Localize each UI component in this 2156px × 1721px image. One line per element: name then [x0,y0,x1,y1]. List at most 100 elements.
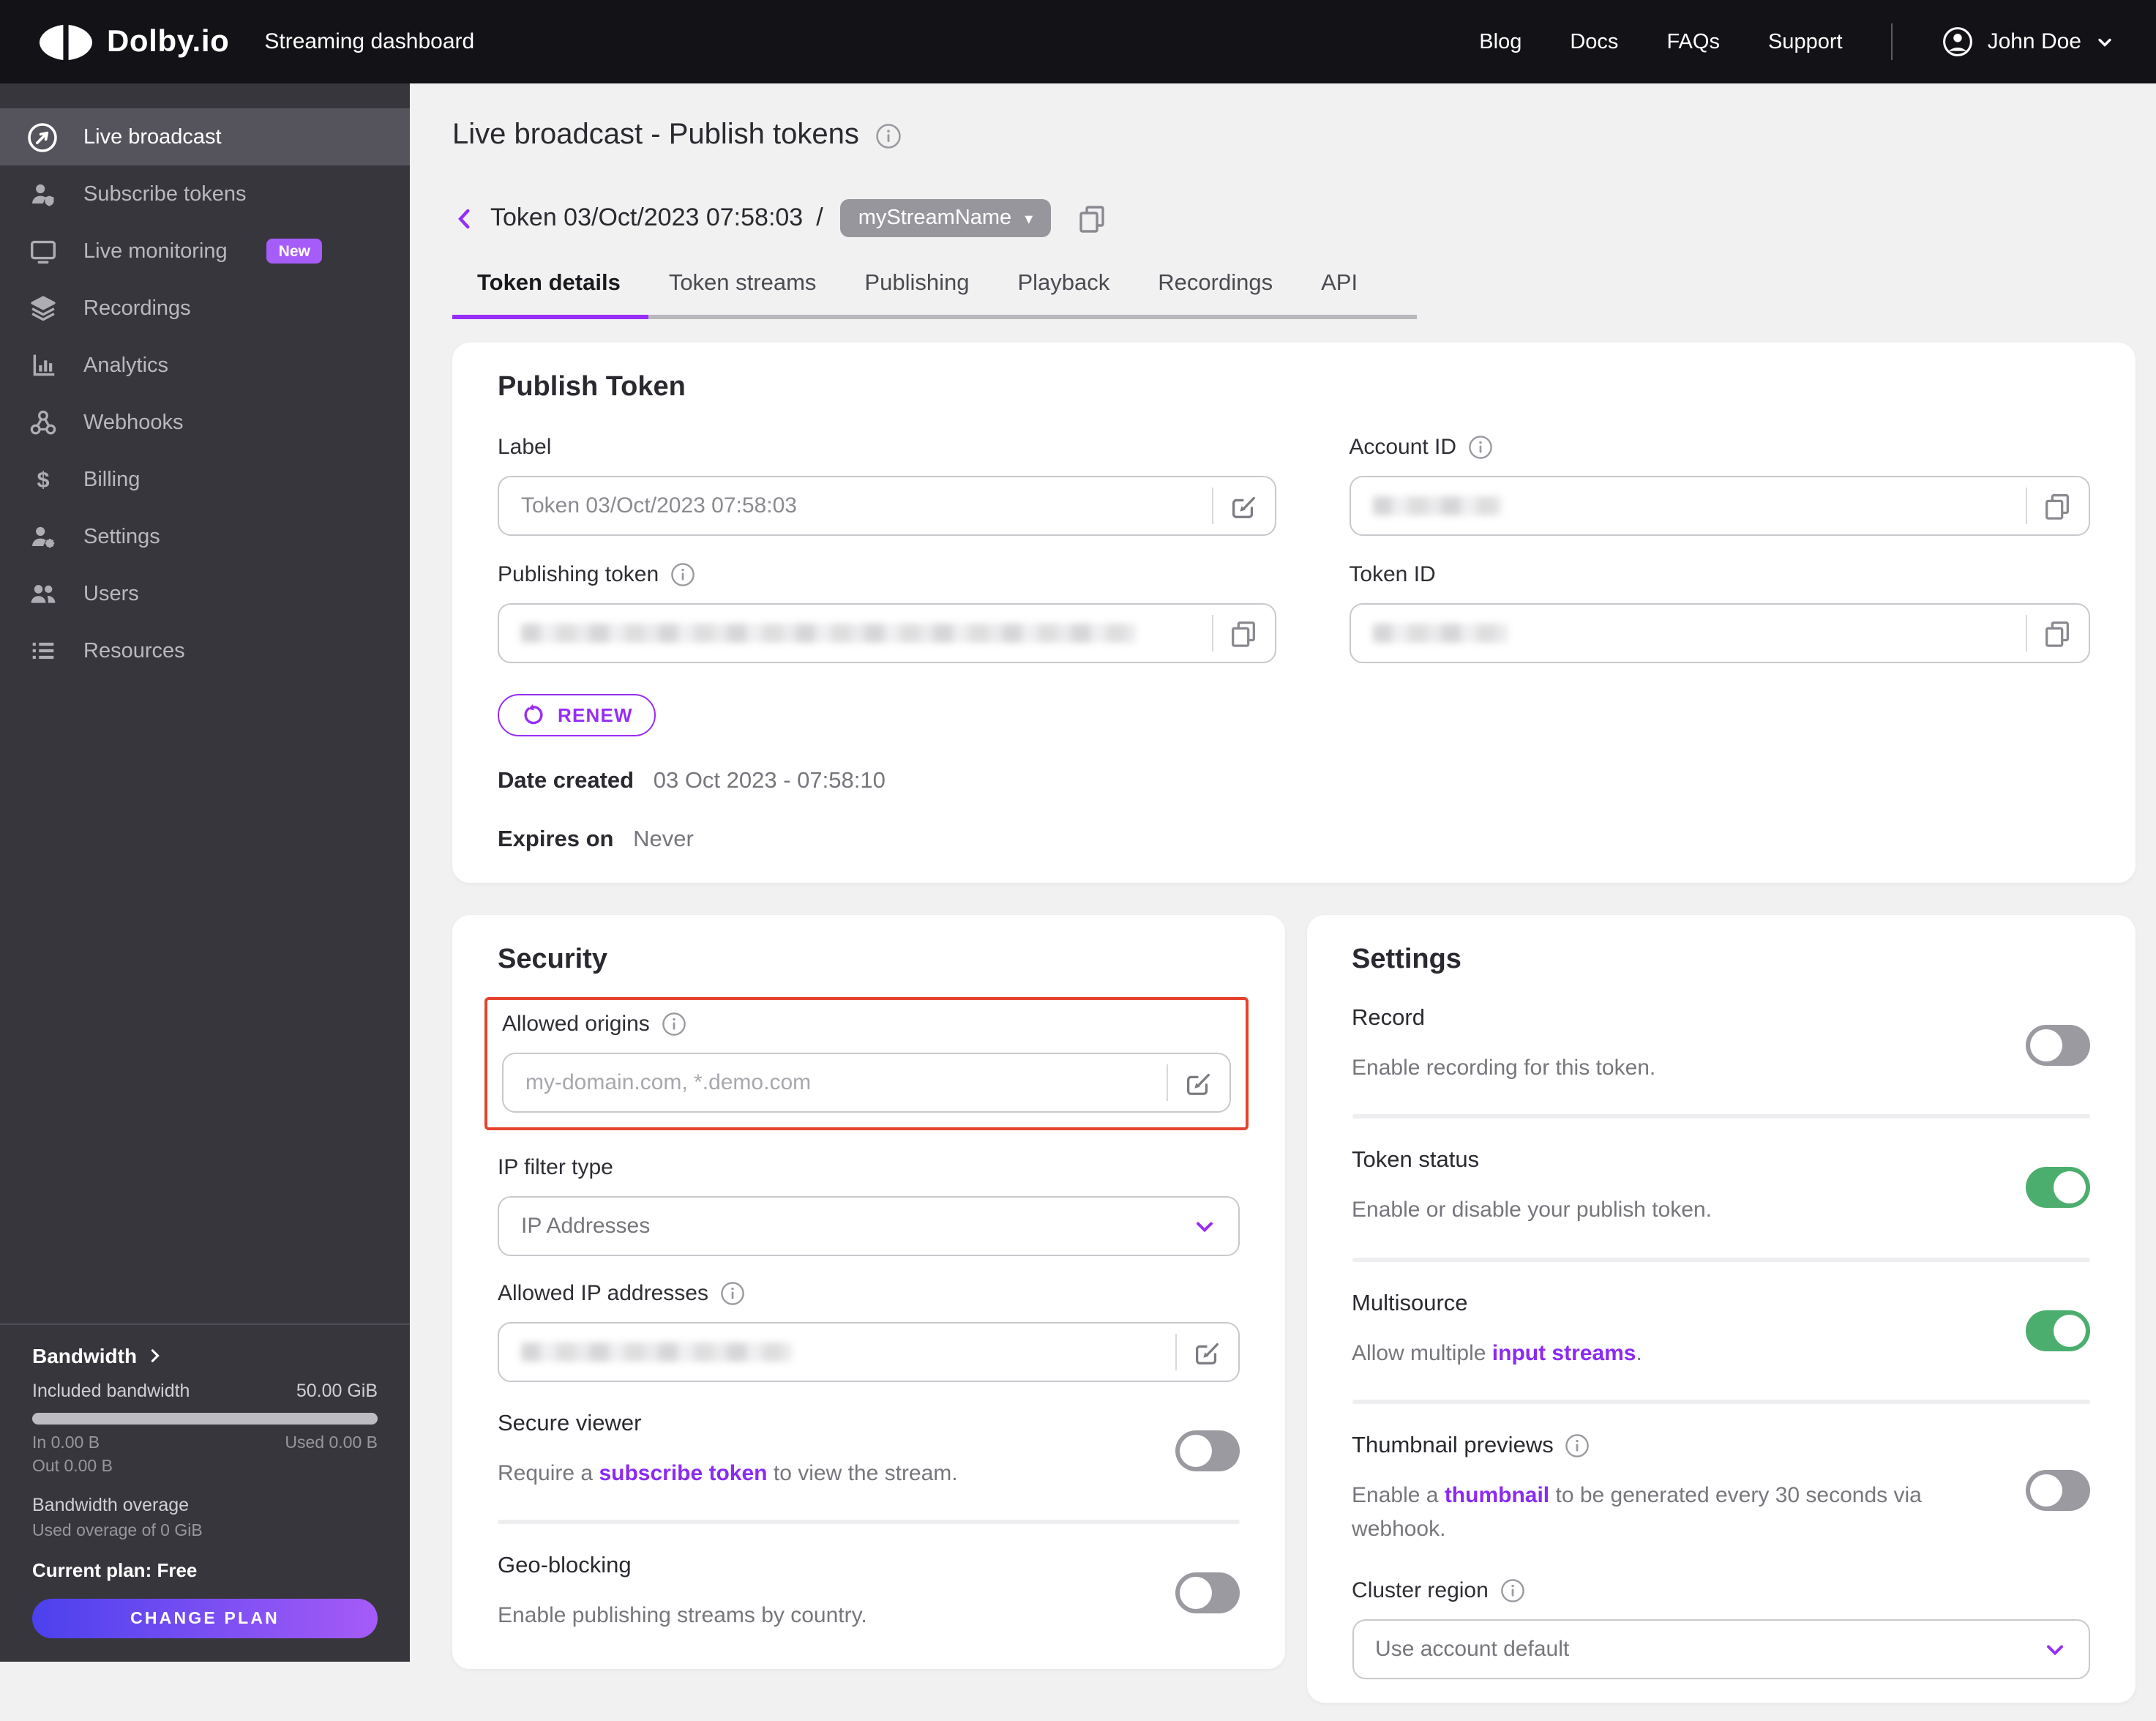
bandwidth-out: Out 0.00 B [32,1458,113,1476]
copy-stream-name-button[interactable] [1075,202,1107,234]
sidebar-item-analytics[interactable]: Analytics [0,337,410,394]
included-bandwidth-value: 50.00 GiB [296,1381,378,1401]
thumbnail-previews-toggle[interactable] [2026,1469,2090,1510]
info-icon[interactable] [670,562,695,587]
dolby-logo[interactable]: Dolby.io [40,24,229,59]
allowed-ips-title: Allowed IP addresses [498,1281,708,1306]
tab-playback[interactable]: Playback [1017,271,1109,315]
publishing-token-input[interactable] [498,603,1276,663]
sidebar-item-label: Billing [83,468,141,491]
subscribe-token-link[interactable]: subscribe token [599,1461,767,1486]
label-value: Token 03/Oct/2023 07:58:03 [521,493,797,518]
sidebar-item-label: Recordings [83,296,191,320]
tab-token-details[interactable]: Token details [452,271,648,319]
date-created-value: 03 Oct 2023 - 07:58:10 [653,769,886,794]
token-status-toggle[interactable] [2026,1167,2090,1209]
top-nav: Blog Docs FAQs Support John Doe [1479,23,2115,60]
tab-publishing[interactable]: Publishing [864,271,969,315]
edit-label-button[interactable] [1213,490,1274,521]
sidebar-item-live-broadcast[interactable]: Live broadcast [0,108,410,165]
renew-button[interactable]: RENEW [498,694,656,736]
triangle-down-icon: ▾ [1025,210,1033,228]
breadcrumb-token-name: Token 03/Oct/2023 07:58:03 [490,204,804,231]
webhook-icon [26,407,59,438]
date-created-label: Date created [498,769,635,794]
info-icon[interactable] [1468,435,1493,460]
sidebar-item-resources[interactable]: Resources [0,622,410,679]
token-id-input[interactable] [1349,603,2090,663]
nav-link-faqs[interactable]: FAQs [1666,30,1720,53]
copy-publishing-token-button[interactable] [1213,618,1274,649]
stream-name: myStreamName [858,206,1012,230]
nav-link-docs[interactable]: Docs [1570,30,1618,53]
dolby-mark-icon [40,24,92,59]
dolby-streaming-dashboard: Dolby.io Streaming dashboard Blog Docs F… [0,0,2156,1703]
token-status-desc: Enable or disable your publish token. [1352,1198,1713,1223]
bandwidth-used: Used 0.00 B [285,1435,378,1452]
sidebar-item-recordings[interactable]: Recordings [0,280,410,337]
sidebar-item-users[interactable]: Users [0,565,410,622]
user-menu[interactable]: John Doe [1941,25,2115,59]
copy-token-id-button[interactable] [2027,618,2089,649]
info-icon[interactable] [662,1012,686,1037]
sidebar-item-billing[interactable]: $ Billing [0,451,410,508]
sidebar-item-label: Resources [83,639,185,662]
ip-filter-type-select[interactable]: IP Addresses [498,1196,1240,1256]
edit-allowed-origins-button[interactable] [1167,1067,1229,1098]
redacted-allowed-ips [521,1343,792,1362]
chevron-down-icon [2095,31,2115,52]
stream-name-dropdown[interactable]: myStreamName ▾ [840,199,1051,237]
token-id-title: Token ID [1349,562,1436,587]
info-icon[interactable] [1500,1579,1525,1604]
secure-viewer-toggle[interactable] [1175,1430,1240,1472]
tab-api[interactable]: API [1321,271,1358,315]
info-icon[interactable] [1565,1434,1590,1459]
chevron-down-icon [2021,1637,2089,1663]
info-icon[interactable] [875,122,902,149]
edit-allowed-ips-button[interactable] [1176,1337,1238,1367]
multisource-row: Multisource Allow multiple input streams… [1352,1291,2090,1370]
sidebar-item-subscribe-tokens[interactable]: Subscribe tokens [0,165,410,223]
nav-link-blog[interactable]: Blog [1479,30,1521,53]
thumbnail-desc: Enable a [1352,1482,1445,1508]
publish-token-heading: Publish Token [498,372,686,403]
publishing-token-field-group: Publishing token [498,562,1276,663]
input-streams-link[interactable]: input streams [1492,1340,1636,1365]
avatar-icon [1941,25,1975,59]
ip-filter-type-title: IP filter type [498,1155,613,1180]
allowed-ips-input[interactable] [498,1322,1240,1382]
section-divider [498,1520,1240,1525]
security-heading: Security [498,944,607,975]
allowed-origins-input[interactable]: my-domain.com, *.demo.com [502,1053,1231,1113]
account-id-input[interactable] [1349,476,2090,536]
cluster-region-title: Cluster region [1352,1578,1489,1604]
chevron-right-icon [150,1349,159,1362]
svg-text:$: $ [37,468,49,493]
geo-blocking-desc: Enable publishing streams by country. [498,1603,867,1629]
change-plan-button[interactable]: CHANGE PLAN [32,1599,378,1638]
allowed-origins-title: Allowed origins [502,1012,650,1037]
copy-account-id-button[interactable] [2027,490,2089,521]
cluster-region-select[interactable]: Use account default [1352,1619,2090,1680]
sidebar-item-settings[interactable]: Settings [0,508,410,565]
back-button[interactable] [452,206,477,231]
nav-divider [1890,23,1893,60]
account-id-field-group: Account ID [1349,435,2090,536]
geo-blocking-toggle[interactable] [1175,1572,1240,1614]
multisource-desc: Allow multiple [1352,1340,1492,1365]
tab-token-streams[interactable]: Token streams [669,271,817,315]
section-divider [1352,1399,2090,1404]
bandwidth-link[interactable]: Bandwidth [32,1344,378,1367]
info-icon[interactable] [720,1281,745,1306]
thumbnail-link[interactable]: thumbnail [1445,1483,1549,1508]
label-field-group: Label Token 03/Oct/2023 07:58:03 [498,435,1276,536]
nav-link-support[interactable]: Support [1768,30,1843,53]
sidebar-item-webhooks[interactable]: Webhooks [0,394,410,451]
dollar-icon: $ [26,464,59,495]
secure-viewer-title: Secure viewer [498,1411,642,1436]
sidebar-item-live-monitoring[interactable]: Live monitoring New [0,223,410,280]
multisource-toggle[interactable] [2026,1310,2090,1351]
tab-recordings[interactable]: Recordings [1158,271,1273,315]
record-toggle[interactable] [2026,1025,2090,1067]
label-input[interactable]: Token 03/Oct/2023 07:58:03 [498,476,1276,536]
